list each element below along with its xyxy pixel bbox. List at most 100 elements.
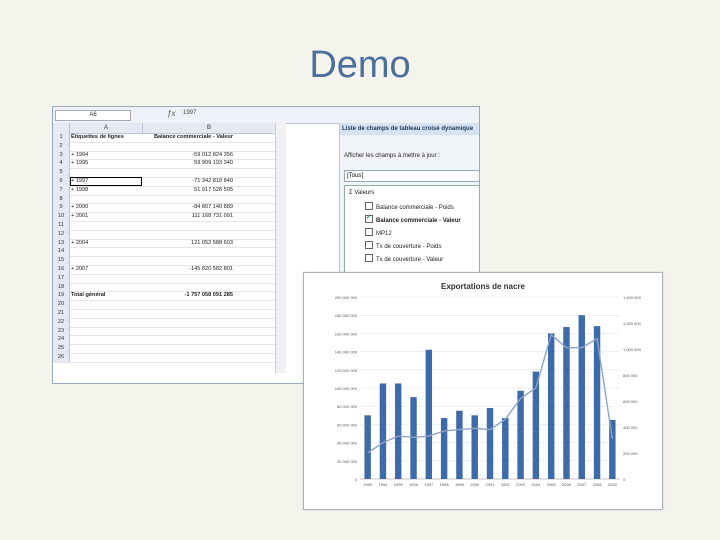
- cell-b[interactable]: [143, 142, 233, 151]
- cell-a[interactable]: + 2004: [71, 239, 141, 248]
- cell-b[interactable]: Balance commerciale - Valeur: [143, 133, 233, 142]
- cell-a[interactable]: [71, 230, 141, 239]
- x-tick-label: 1997: [424, 482, 434, 487]
- cell-b[interactable]: [143, 274, 233, 283]
- field-item[interactable]: Balance commerciale - Poids: [365, 202, 454, 212]
- row-number[interactable]: 13: [53, 238, 70, 248]
- cell-a[interactable]: [71, 221, 141, 230]
- cell-a[interactable]: [71, 274, 141, 283]
- cell-b[interactable]: [143, 318, 233, 327]
- cell-a[interactable]: [71, 195, 141, 204]
- cell-a[interactable]: [71, 318, 141, 327]
- x-tick-label: 1993: [363, 482, 373, 487]
- x-tick-label: 2003: [516, 482, 526, 487]
- cell-a[interactable]: [71, 142, 141, 151]
- cell-a[interactable]: [71, 300, 141, 309]
- row-number[interactable]: 12: [53, 229, 70, 239]
- field-checkbox[interactable]: [365, 241, 373, 249]
- row-number[interactable]: 4: [53, 159, 70, 169]
- row-number[interactable]: 25: [53, 344, 70, 353]
- cell-a[interactable]: Étiquettes de lignes: [71, 133, 141, 142]
- row-number[interactable]: 5: [53, 168, 70, 177]
- cell-b[interactable]: -84 807 140 889: [143, 203, 233, 212]
- cell-b[interactable]: 59 909 193 340: [143, 159, 233, 168]
- cell-a[interactable]: [71, 344, 141, 353]
- cell-b[interactable]: 121 052 588 603: [143, 239, 233, 248]
- row-number[interactable]: 16: [53, 265, 70, 274]
- row-number[interactable]: 8: [53, 194, 70, 204]
- cell-b[interactable]: [143, 335, 233, 344]
- cell-a[interactable]: [71, 353, 141, 362]
- table-row[interactable]: 26: [53, 353, 285, 363]
- cell-b[interactable]: [143, 283, 233, 292]
- row-number[interactable]: 11: [53, 221, 70, 230]
- row-number[interactable]: 26: [53, 353, 70, 362]
- row-number[interactable]: 24: [53, 335, 70, 345]
- cell-b[interactable]: [143, 353, 233, 362]
- row-number[interactable]: 14: [53, 247, 70, 257]
- row-number[interactable]: 18: [53, 282, 70, 292]
- cell-a[interactable]: + 1998: [71, 186, 141, 195]
- cell-b[interactable]: [143, 344, 233, 353]
- cell-a[interactable]: + 1994: [71, 151, 141, 160]
- cell-b[interactable]: 111 168 731 091: [143, 212, 233, 221]
- cell-b[interactable]: [143, 168, 233, 177]
- cell-a[interactable]: [71, 247, 141, 256]
- cell-b[interactable]: [143, 256, 233, 265]
- row-number[interactable]: 3: [53, 150, 70, 160]
- cell-a[interactable]: [71, 168, 141, 177]
- cell-b[interactable]: -71 342 818 840: [143, 177, 233, 186]
- cell-a[interactable]: [71, 256, 141, 265]
- row-number[interactable]: 10: [53, 212, 70, 221]
- field-item[interactable]: Tx de couverture - Poids: [365, 241, 441, 251]
- cell-a[interactable]: + 1995: [71, 159, 141, 168]
- field-item[interactable]: Tx de couverture - Valeur: [365, 254, 443, 264]
- cell-a[interactable]: [71, 335, 141, 344]
- cell-b[interactable]: 51 917 528 505: [143, 186, 233, 195]
- field-checkbox[interactable]: [365, 213, 373, 223]
- row-number[interactable]: 15: [53, 256, 70, 265]
- cell-a[interactable]: [71, 283, 141, 292]
- row-number[interactable]: 2: [53, 141, 70, 151]
- cell-a[interactable]: Total général: [71, 291, 141, 300]
- row-number[interactable]: 22: [53, 317, 70, 327]
- fx-icon[interactable]: ƒx: [167, 109, 175, 118]
- cell-a[interactable]: + 2007: [71, 265, 141, 274]
- formula-input[interactable]: 1997: [183, 110, 196, 116]
- vertical-scrollbar[interactable]: [275, 123, 286, 373]
- cell-b[interactable]: [143, 300, 233, 309]
- field-checkbox[interactable]: [365, 202, 373, 210]
- cell-b[interactable]: -59 012 824 356: [143, 151, 233, 160]
- field-checkbox[interactable]: [365, 254, 373, 262]
- row-number[interactable]: 17: [53, 273, 70, 283]
- cell-b[interactable]: [143, 195, 233, 204]
- cell-a[interactable]: + 2000: [71, 203, 141, 212]
- cell-b[interactable]: [143, 309, 233, 318]
- y-left-tick-label: 40 000 000: [337, 441, 358, 446]
- field-item[interactable]: Balance commerciale - Valeur: [365, 213, 461, 225]
- row-number[interactable]: 19: [53, 291, 70, 301]
- row-number[interactable]: 7: [53, 185, 70, 195]
- field-checkbox[interactable]: [365, 228, 373, 236]
- cell-a[interactable]: [71, 309, 141, 318]
- row-number[interactable]: 6: [53, 177, 70, 186]
- row-number[interactable]: 20: [53, 300, 70, 309]
- cell-b[interactable]: [143, 221, 233, 230]
- fields-filter-select[interactable]: [Tous]: [344, 170, 479, 182]
- row-number[interactable]: 9: [53, 203, 70, 213]
- cell-b[interactable]: -145 820 582 801: [143, 265, 233, 274]
- row-number[interactable]: 21: [53, 309, 70, 318]
- cell-b[interactable]: [143, 230, 233, 239]
- cell-b[interactable]: -1 757 058 091 285: [143, 291, 233, 300]
- row-number[interactable]: 23: [53, 326, 70, 336]
- spreadsheet-grid[interactable]: A B 1 Étiquettes de lignes Balance commerc…: [53, 123, 285, 383]
- selected-cell[interactable]: [70, 177, 142, 186]
- row-number[interactable]: 1: [53, 133, 70, 142]
- cell-b[interactable]: [143, 327, 233, 336]
- values-node[interactable]: Σ Valeurs: [349, 190, 374, 196]
- cell-b[interactable]: [143, 247, 233, 256]
- cell-a[interactable]: [71, 327, 141, 336]
- field-item[interactable]: MP12: [365, 228, 392, 238]
- name-box[interactable]: A6: [55, 110, 131, 121]
- cell-a[interactable]: + 2001: [71, 212, 141, 221]
